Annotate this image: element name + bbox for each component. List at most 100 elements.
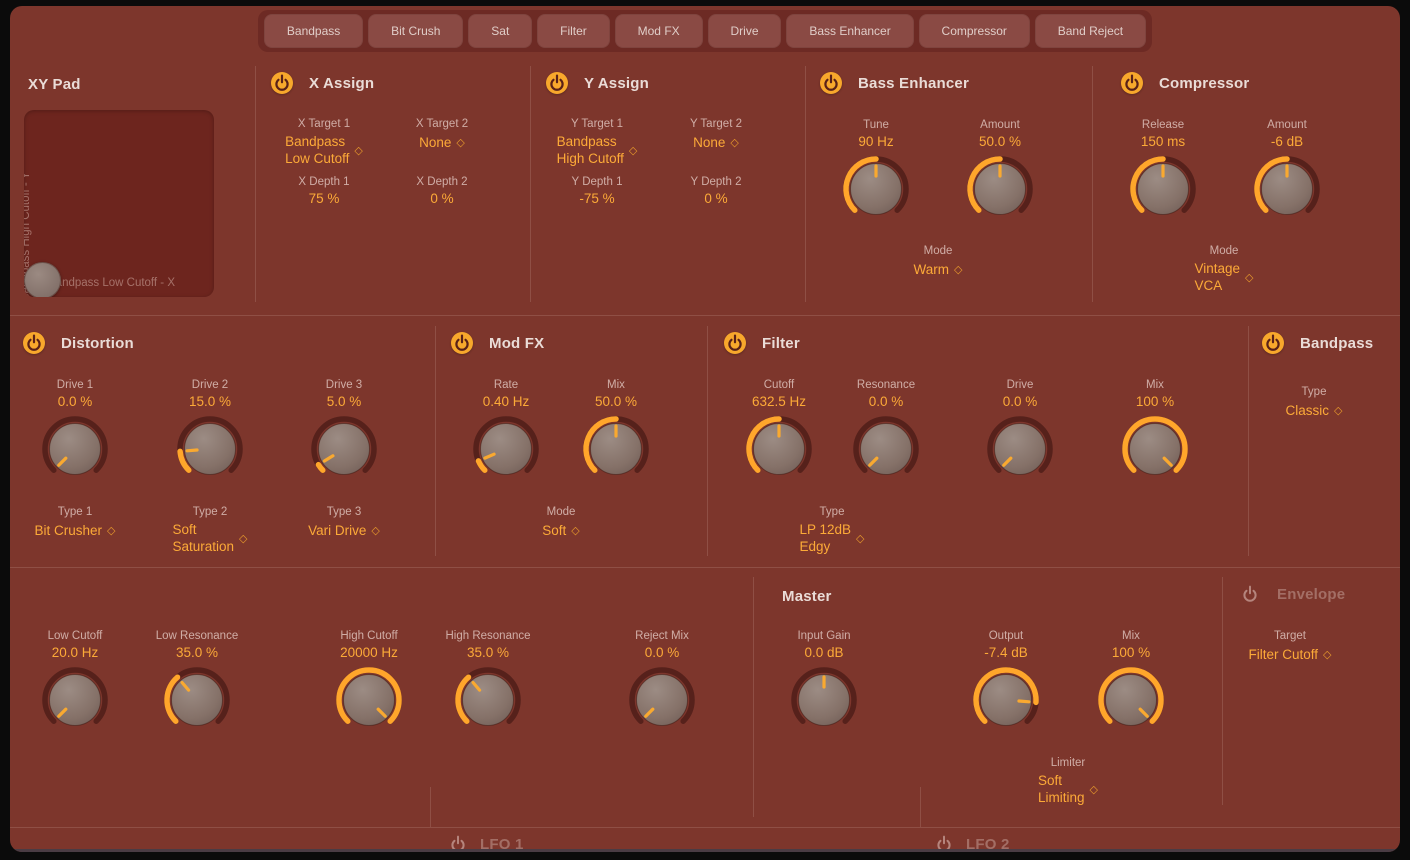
high-cutoff-knob[interactable]	[334, 665, 404, 735]
low-cutoff-value[interactable]: 20.0 Hz	[20, 645, 130, 661]
bass-enhancer-power-button[interactable]	[820, 72, 842, 94]
resonance-value[interactable]: 0.0 %	[831, 394, 941, 410]
mod-mix-label: Mix	[561, 378, 671, 392]
resonance-knob[interactable]	[851, 414, 921, 484]
toolbar-button-bandpass[interactable]: Bandpass	[264, 14, 363, 48]
input-gain-knob[interactable]	[789, 665, 859, 735]
dropdown-chevron-icon	[1090, 780, 1098, 799]
comp-amount-value[interactable]: -6 dB	[1232, 134, 1342, 150]
comp-mode-value[interactable]: Vintage VCA	[1169, 260, 1279, 294]
divider	[430, 787, 431, 827]
x-depth-2-value[interactable]: 0 %	[387, 191, 497, 207]
input-gain-value[interactable]: 0.0 dB	[769, 645, 879, 661]
low-resonance-knob[interactable]	[162, 665, 232, 735]
x-target-2-value[interactable]: None	[387, 133, 497, 152]
filter-drive-knob-group: Drive 0.0 %	[965, 378, 1075, 484]
high-resonance-value[interactable]: 35.0 %	[433, 645, 543, 661]
low-cutoff-knob[interactable]	[40, 665, 110, 735]
output-knob[interactable]	[971, 665, 1041, 735]
envelope-power-button[interactable]	[1239, 583, 1261, 605]
y-depth-2-value[interactable]: 0 %	[661, 191, 771, 207]
divider	[530, 66, 531, 302]
filter-drive-knob[interactable]	[985, 414, 1055, 484]
y-depth-1-value[interactable]: -75 %	[542, 191, 652, 207]
filter-power-button[interactable]	[724, 332, 746, 354]
bass-amount-label: Amount	[945, 118, 1055, 132]
high-resonance-knob[interactable]	[453, 665, 523, 735]
filter-mix-value[interactable]: 100 %	[1100, 394, 1210, 410]
rate-knob[interactable]	[471, 414, 541, 484]
toolbar-button-drive[interactable]: Drive	[708, 14, 782, 48]
drive3-value[interactable]: 5.0 %	[289, 394, 399, 410]
toolbar-button-mod-fx[interactable]: Mod FX	[615, 14, 703, 48]
type3-field: Type 3 Vari Drive	[289, 505, 399, 540]
output-value[interactable]: -7.4 dB	[951, 645, 1061, 661]
drive1-value[interactable]: 0.0 %	[20, 394, 130, 410]
mod-mix-knob[interactable]	[581, 414, 651, 484]
y-depth-1-field: Y Depth 1 -75 %	[542, 175, 652, 207]
cutoff-knob[interactable]	[744, 414, 814, 484]
xy-pad[interactable]: Bandpass High Cutoff - Y Bandpass Low Cu…	[24, 110, 214, 297]
drive2-value[interactable]: 15.0 %	[155, 394, 265, 410]
bandpass-type-value[interactable]: Classic	[1259, 401, 1369, 420]
toolbar-button-bass-enhancer[interactable]: Bass Enhancer	[786, 14, 913, 48]
envelope-title: Envelope	[1277, 586, 1345, 604]
xy-pad-puck[interactable]	[24, 262, 61, 297]
comp-amount-knob[interactable]	[1252, 154, 1322, 224]
bass-mode-value[interactable]: Warm	[883, 260, 993, 279]
release-knob[interactable]	[1128, 154, 1198, 224]
reject-mix-knob[interactable]	[627, 665, 697, 735]
divider	[10, 315, 1400, 316]
drive1-knob[interactable]	[40, 414, 110, 484]
y-target-1-value[interactable]: Bandpass High Cutoff	[542, 133, 652, 167]
filter-mix-knob[interactable]	[1120, 414, 1190, 484]
low-resonance-value[interactable]: 35.0 %	[142, 645, 252, 661]
bandpass-power-button[interactable]	[1262, 332, 1284, 354]
type1-value[interactable]: Bit Crusher	[20, 521, 130, 540]
bass-amount-value[interactable]: 50.0 %	[945, 134, 1055, 150]
cutoff-value[interactable]: 632.5 Hz	[724, 394, 834, 410]
compressor-power-button[interactable]	[1121, 72, 1143, 94]
x-depth-1-value[interactable]: 75 %	[269, 191, 379, 207]
x-assign-power-button[interactable]	[271, 72, 293, 94]
master-mix-knob[interactable]	[1096, 665, 1166, 735]
rate-value[interactable]: 0.40 Hz	[451, 394, 561, 410]
divider	[435, 326, 436, 556]
toolbar-button-compressor[interactable]: Compressor	[919, 14, 1030, 48]
toolbar-button-bit-crush[interactable]: Bit Crush	[368, 14, 463, 48]
drive3-knob[interactable]	[309, 414, 379, 484]
type3-value[interactable]: Vari Drive	[289, 521, 399, 540]
x-target-1-value[interactable]: Bandpass Low Cutoff	[269, 133, 379, 167]
tune-value[interactable]: 90 Hz	[821, 134, 931, 150]
mod-mix-value[interactable]: 50.0 %	[561, 394, 671, 410]
mod-mix-knob-group: Mix 50.0 %	[561, 378, 671, 484]
toolbar-button-band-reject[interactable]: Band Reject	[1035, 14, 1146, 48]
bass-amount-knob[interactable]	[965, 154, 1035, 224]
toolbar-button-filter[interactable]: Filter	[537, 14, 610, 48]
drive3-label: Drive 3	[289, 378, 399, 392]
master-mix-value[interactable]: 100 %	[1076, 645, 1186, 661]
filter-drive-value[interactable]: 0.0 %	[965, 394, 1075, 410]
filter-drive-label: Drive	[965, 378, 1075, 392]
y-target-2-label: Y Target 2	[661, 117, 771, 131]
mod-fx-power-button[interactable]	[451, 332, 473, 354]
drive2-knob[interactable]	[175, 414, 245, 484]
tune-knob[interactable]	[841, 154, 911, 224]
y-target-2-value[interactable]: None	[661, 133, 771, 152]
type2-value[interactable]: Soft Saturation	[155, 521, 265, 555]
release-value[interactable]: 150 ms	[1108, 134, 1218, 150]
toolbar-button-sat[interactable]: Sat	[468, 14, 532, 48]
divider	[1222, 577, 1223, 805]
xy-pad-title: XY Pad	[28, 76, 81, 94]
comp-amount-label: Amount	[1232, 118, 1342, 132]
distortion-power-button[interactable]	[23, 332, 45, 354]
envelope-target-value[interactable]: Filter Cutoff	[1235, 645, 1345, 664]
cutoff-knob-group: Cutoff 632.5 Hz	[724, 378, 834, 484]
mod-mode-value[interactable]: Soft	[506, 521, 616, 540]
limiter-value[interactable]: Soft Limiting	[1013, 772, 1123, 806]
high-cutoff-value[interactable]: 20000 Hz	[314, 645, 424, 661]
filter-type-value[interactable]: LP 12dB Edgy	[777, 521, 887, 555]
reject-mix-value[interactable]: 0.0 %	[607, 645, 717, 661]
dropdown-chevron-icon	[239, 529, 247, 548]
y-assign-power-button[interactable]	[546, 72, 568, 94]
